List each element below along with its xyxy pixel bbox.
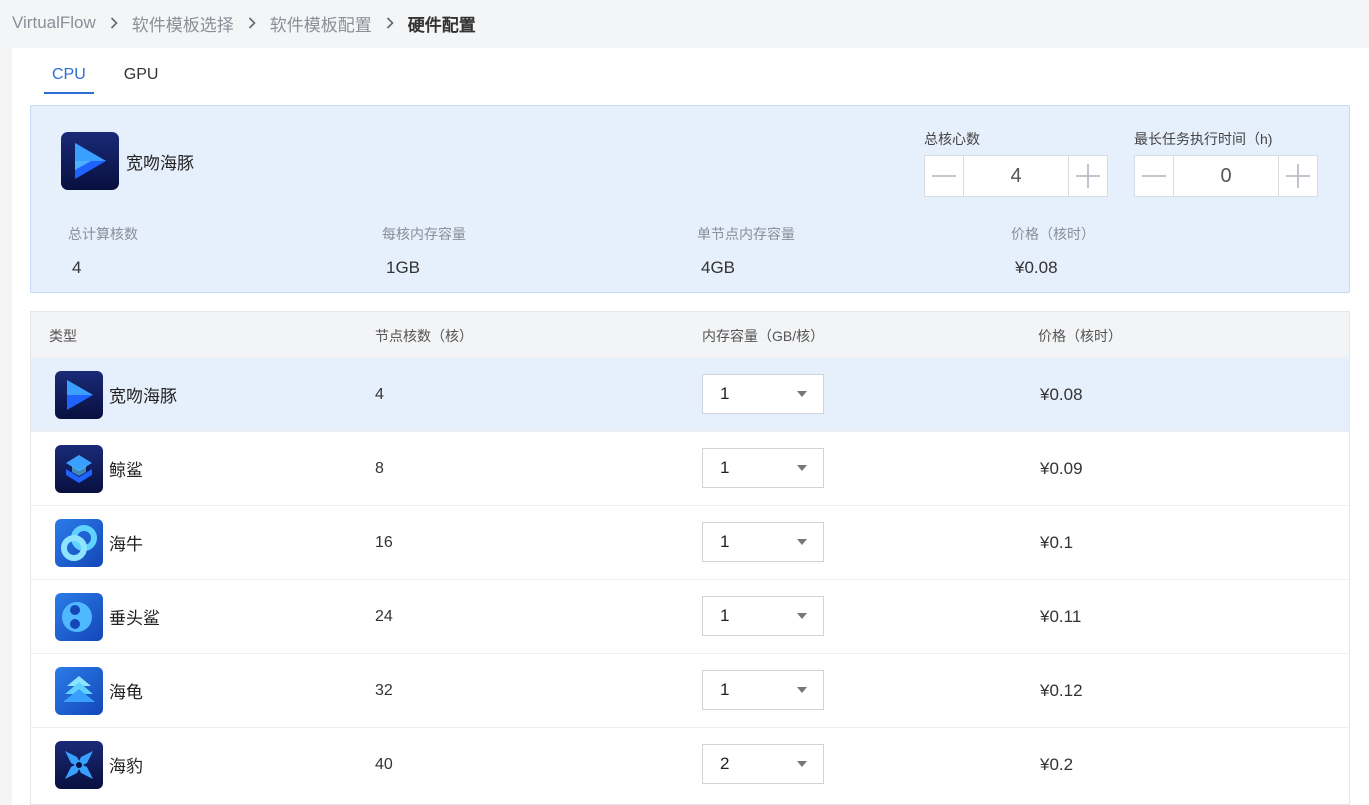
stat-label: 单节点内存容量 — [697, 226, 795, 242]
price: ¥0.09 — [1040, 459, 1083, 478]
caret-down-icon — [797, 687, 807, 693]
type-name: 鲸鲨 — [109, 461, 143, 480]
rings-icon — [55, 519, 103, 567]
memory-select-value: 1 — [720, 680, 730, 699]
tab-gpu[interactable]: GPU — [116, 64, 167, 94]
breadcrumb-virtualflow[interactable]: VirtualFlow — [12, 13, 96, 33]
stat-label: 每核内存容量 — [382, 226, 466, 242]
node-cores: 16 — [375, 534, 393, 551]
table-row[interactable]: 海豹 40 2 ¥0.2 — [31, 727, 1349, 801]
table-row[interactable]: 海龟 32 1 ¥0.12 — [31, 653, 1349, 727]
chevron-right-icon — [386, 17, 394, 29]
type-name: 垂头鲨 — [109, 609, 160, 628]
max-runtime-label: 最长任务执行时间（h) — [1134, 131, 1273, 147]
chevron-right-icon — [110, 17, 118, 29]
price: ¥0.08 — [1040, 385, 1083, 404]
type-name: 海豹 — [109, 757, 143, 776]
caret-down-icon — [797, 539, 807, 545]
stat-value: 4 — [72, 258, 82, 277]
minus-icon — [932, 175, 956, 177]
plus-icon — [1076, 164, 1100, 188]
breadcrumb-template-config[interactable]: 软件模板配置 — [270, 11, 372, 36]
breadcrumb-template-select[interactable]: 软件模板选择 — [132, 11, 234, 36]
chevron-right-icon — [248, 17, 256, 29]
selected-app-name: 宽吻海豚 — [126, 154, 194, 173]
memory-select-value: 1 — [720, 532, 730, 551]
total-cores-label: 总核心数 — [924, 131, 980, 147]
caret-down-icon — [797, 761, 807, 767]
memory-select[interactable]: 1 — [702, 670, 824, 710]
type-name: 海牛 — [109, 535, 143, 554]
stat-price: 价格（核时） ¥0.08 — [1011, 224, 1095, 278]
memory-select-value: 1 — [720, 384, 730, 403]
memory-select[interactable]: 1 — [702, 596, 824, 636]
header-memory: 内存容量（GB/核） — [702, 328, 825, 344]
header-price: 价格（核时） — [1038, 328, 1122, 344]
increment-runtime-button[interactable] — [1278, 155, 1318, 197]
decrement-runtime-button[interactable] — [1134, 155, 1174, 197]
price: ¥0.2 — [1040, 755, 1074, 774]
memory-select[interactable]: 1 — [702, 448, 824, 488]
node-cores: 24 — [375, 608, 393, 625]
header-type: 类型 — [49, 328, 77, 344]
max-runtime-input[interactable]: 0 — [1174, 155, 1278, 197]
stat-total-compute-cores: 总计算核数 4 — [68, 224, 138, 278]
price: ¥0.12 — [1040, 681, 1083, 700]
header-node-cores: 节点核数（核） — [375, 328, 473, 344]
cross-icon — [55, 741, 103, 789]
selected-config-summary: 宽吻海豚 总核心数 4 最长任务执行时间（h) 0 总计算核数 4 每核内存容量… — [30, 105, 1350, 293]
main-panel: CPU GPU 宽吻海豚 总核心数 4 最长任务执行时间（h) 0 总计算核数 … — [12, 48, 1369, 805]
stat-memory-per-node: 单节点内存容量 4GB — [697, 224, 795, 278]
node-cores: 40 — [375, 756, 393, 773]
memory-select-value: 1 — [720, 606, 730, 625]
total-cores-stepper: 4 — [924, 155, 1108, 197]
total-cores-group: 总核心数 4 — [924, 129, 1108, 197]
price: ¥0.1 — [1040, 533, 1074, 552]
memory-select[interactable]: 1 — [702, 522, 824, 562]
eight-icon — [55, 593, 103, 641]
play-icon — [55, 371, 103, 419]
stat-memory-per-core: 每核内存容量 1GB — [382, 224, 466, 278]
max-runtime-stepper: 0 — [1134, 155, 1318, 197]
stat-value: 4GB — [701, 258, 736, 277]
memory-select[interactable]: 2 — [702, 744, 824, 784]
total-cores-input[interactable]: 4 — [964, 155, 1068, 197]
decrement-cores-button[interactable] — [924, 155, 964, 197]
caret-down-icon — [797, 613, 807, 619]
play-icon — [61, 132, 119, 190]
plus-icon — [1286, 164, 1310, 188]
table-row[interactable]: 鲸鲨 8 1 ¥0.09 — [31, 431, 1349, 505]
instance-type-table: 类型 节点核数（核） 内存容量（GB/核） 价格（核时） 宽吻海豚 4 1 ¥0… — [30, 311, 1350, 805]
stat-value: 1GB — [386, 258, 421, 277]
table-row[interactable]: 海牛 16 1 ¥0.1 — [31, 505, 1349, 579]
table-row[interactable]: 宽吻海豚 4 1 ¥0.08 — [31, 357, 1349, 431]
stat-label: 价格（核时） — [1011, 226, 1095, 242]
stat-label: 总计算核数 — [68, 226, 138, 242]
caret-down-icon — [797, 465, 807, 471]
node-cores: 32 — [375, 682, 393, 699]
type-name: 海龟 — [109, 683, 143, 702]
breadcrumb-hardware-config: 硬件配置 — [407, 15, 476, 35]
stat-value: ¥0.08 — [1015, 258, 1058, 277]
type-name: 宽吻海豚 — [109, 387, 177, 406]
minus-icon — [1142, 175, 1166, 177]
increment-cores-button[interactable] — [1068, 155, 1108, 197]
node-cores: 4 — [375, 386, 384, 403]
node-cores: 8 — [375, 460, 384, 477]
memory-select-value: 2 — [720, 754, 730, 773]
breadcrumb: VirtualFlow 软件模板选择 软件模板配置 硬件配置 — [12, 10, 476, 36]
resource-tabs: CPU GPU — [44, 64, 188, 94]
stack-icon — [55, 667, 103, 715]
memory-select-value: 1 — [720, 458, 730, 477]
caret-down-icon — [797, 391, 807, 397]
tab-cpu[interactable]: CPU — [44, 64, 94, 94]
cube-icon — [55, 445, 103, 493]
table-row[interactable]: 垂头鲨 24 1 ¥0.11 — [31, 579, 1349, 653]
table-header: 类型 节点核数（核） 内存容量（GB/核） 价格（核时） — [31, 312, 1349, 357]
max-runtime-group: 最长任务执行时间（h) 0 — [1134, 129, 1318, 197]
memory-select[interactable]: 1 — [702, 374, 824, 414]
price: ¥0.11 — [1040, 607, 1082, 626]
